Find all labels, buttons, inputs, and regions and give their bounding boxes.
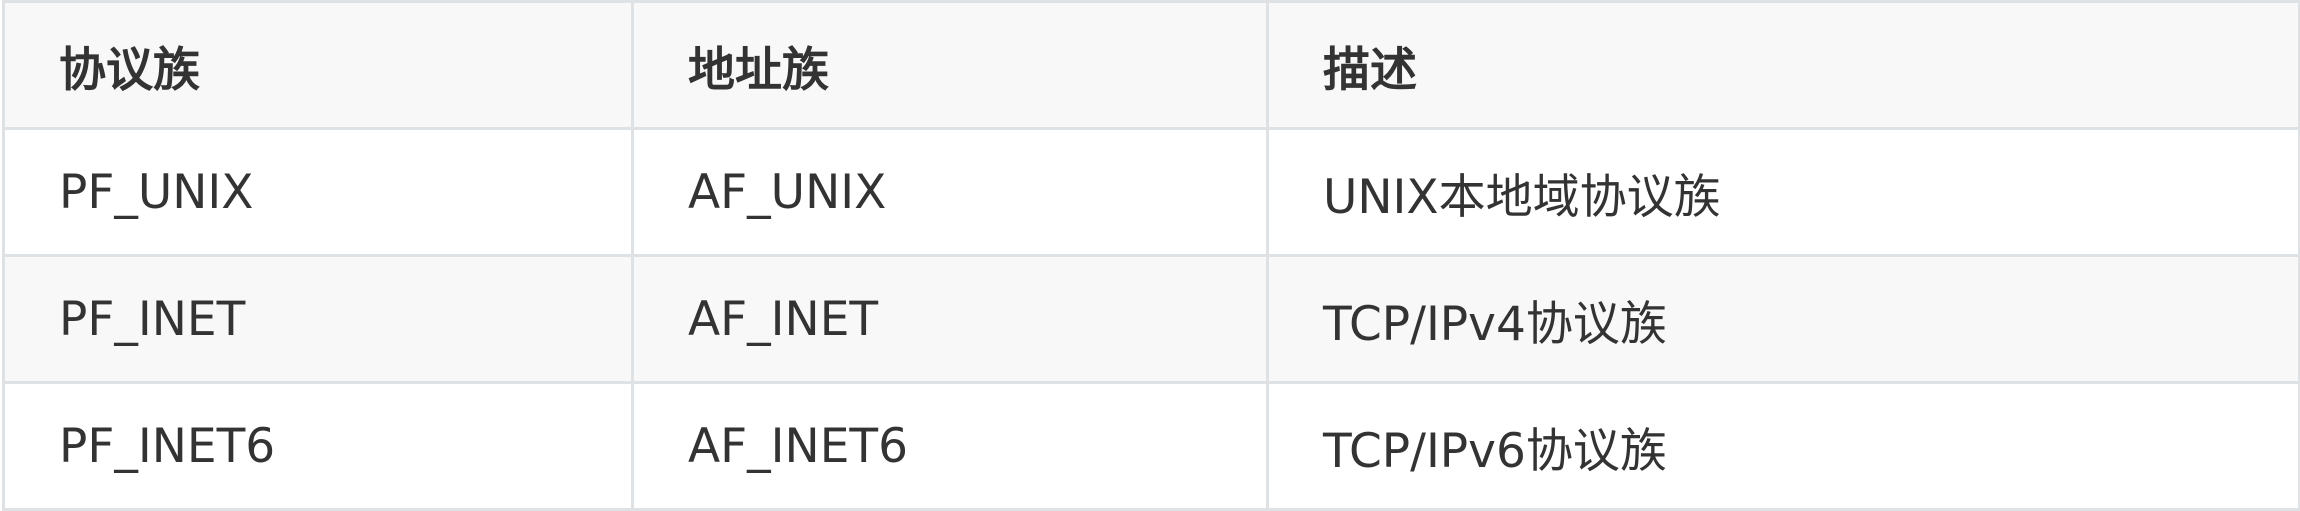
- cell-protocol-family: PF_INET6: [2, 381, 634, 511]
- protocol-family-table: 协议族 地址族 描述 PF_UNIX AF_UNIX UNIX本地域协议族 PF…: [2, 0, 2300, 511]
- table-row: PF_INET AF_INET TCP/IPv4协议族: [2, 254, 2300, 384]
- cell-address-family: AF_INET: [631, 254, 1269, 384]
- header-description: 描述: [1266, 0, 2300, 130]
- cell-description: UNIX本地域协议族: [1266, 127, 2300, 257]
- cell-address-family: AF_INET6: [631, 381, 1269, 511]
- cell-address-family: AF_UNIX: [631, 127, 1269, 257]
- cell-protocol-family: PF_INET: [2, 254, 634, 384]
- header-address-family: 地址族: [631, 0, 1269, 130]
- header-protocol-family: 协议族: [2, 0, 634, 130]
- cell-protocol-family: PF_UNIX: [2, 127, 634, 257]
- table-row: PF_INET6 AF_INET6 TCP/IPv6协议族: [2, 381, 2300, 511]
- table-header-row: 协议族 地址族 描述: [2, 0, 2300, 130]
- cell-description: TCP/IPv4协议族: [1266, 254, 2300, 384]
- table-row: PF_UNIX AF_UNIX UNIX本地域协议族: [2, 127, 2300, 257]
- cell-description: TCP/IPv6协议族: [1266, 381, 2300, 511]
